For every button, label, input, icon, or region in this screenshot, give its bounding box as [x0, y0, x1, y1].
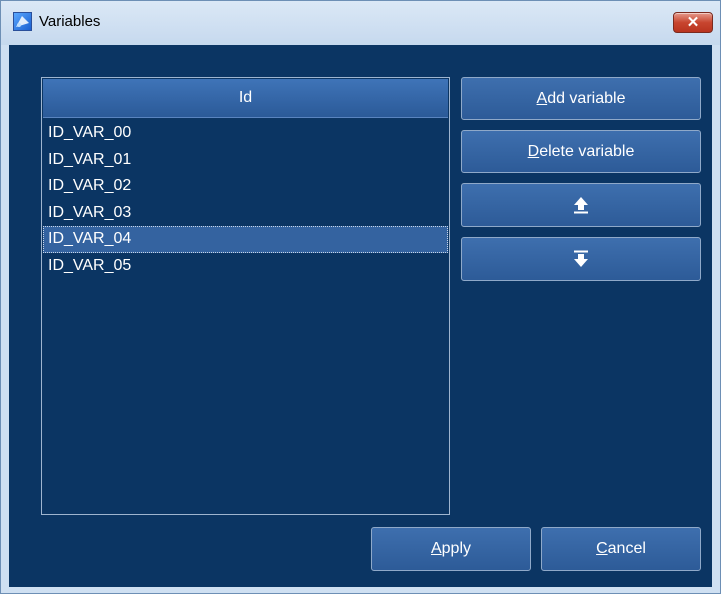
- list-item[interactable]: ID_VAR_03: [43, 200, 448, 227]
- list-item[interactable]: ID_VAR_02: [43, 173, 448, 200]
- move-down-icon: [574, 250, 588, 267]
- list-rows: ID_VAR_00 ID_VAR_01 ID_VAR_02 ID_VAR_03 …: [43, 120, 448, 279]
- list-item[interactable]: ID_VAR_05: [43, 253, 448, 280]
- column-header-id[interactable]: Id: [43, 79, 448, 118]
- delete-variable-button[interactable]: Delete variable: [461, 130, 701, 173]
- variables-list[interactable]: Id ID_VAR_00 ID_VAR_01 ID_VAR_02 ID_VAR_…: [41, 77, 450, 515]
- dialog-content: Id ID_VAR_00 ID_VAR_01 ID_VAR_02 ID_VAR_…: [9, 45, 712, 587]
- app-icon: [13, 12, 32, 31]
- add-variable-button[interactable]: Add variable: [461, 77, 701, 120]
- variables-dialog: Variables ✕ Id ID_VAR_00 ID_VAR_01 ID_VA…: [0, 0, 721, 594]
- title-bar[interactable]: Variables ✕: [1, 1, 720, 45]
- move-down-button[interactable]: [461, 237, 701, 281]
- move-up-icon: [574, 197, 588, 214]
- move-up-button[interactable]: [461, 183, 701, 227]
- close-icon: ✕: [686, 14, 700, 31]
- list-item[interactable]: ID_VAR_01: [43, 147, 448, 174]
- list-item[interactable]: ID_VAR_00: [43, 120, 448, 147]
- close-button[interactable]: ✕: [673, 12, 713, 33]
- cancel-button[interactable]: Cancel: [541, 527, 701, 571]
- window-title: Variables: [39, 13, 101, 30]
- apply-button[interactable]: Apply: [371, 527, 531, 571]
- list-item-selected[interactable]: ID_VAR_04: [43, 226, 448, 253]
